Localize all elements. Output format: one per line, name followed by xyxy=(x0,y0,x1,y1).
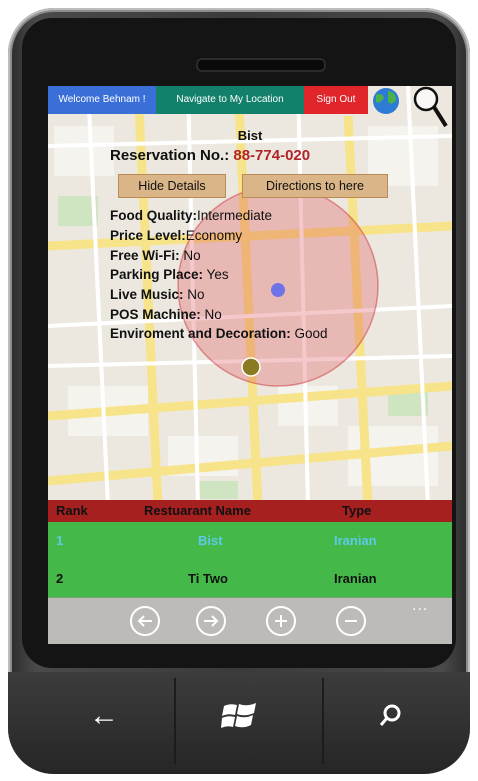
sign-out-button[interactable]: Sign Out xyxy=(304,86,368,114)
reservation-label: Reservation No.: xyxy=(110,147,230,164)
info-value: Intermediate xyxy=(197,208,273,223)
info-live-music: Live Music: No xyxy=(110,287,205,302)
info-pos-machine: POS Machine: No xyxy=(110,307,222,322)
hw-divider xyxy=(174,678,176,764)
directions-button[interactable]: Directions to here xyxy=(242,174,388,198)
row-type: Iranian xyxy=(334,571,377,586)
navigate-to-my-location-button[interactable]: Navigate to My Location xyxy=(156,86,304,114)
magnifier-icon[interactable] xyxy=(406,86,452,130)
earpiece-speaker xyxy=(196,58,326,72)
hardware-start-button[interactable] xyxy=(208,688,272,744)
header-type: Type xyxy=(342,503,372,518)
reservation-line: Reservation No.: 88-774-020 xyxy=(110,147,310,164)
globe-icon[interactable] xyxy=(370,86,406,116)
app-bar: ... xyxy=(48,597,452,644)
row-name: Bist xyxy=(198,533,223,548)
info-free-wifi: Free Wi-Fi: No xyxy=(110,248,201,263)
hide-details-button[interactable]: Hide Details xyxy=(118,174,226,198)
info-price-level: Price Level:Economy xyxy=(110,228,242,243)
info-label: Price Level: xyxy=(110,228,186,243)
header-rank: Rank xyxy=(56,503,88,518)
windows-logo-icon xyxy=(221,703,256,728)
zoom-in-button[interactable] xyxy=(266,606,296,636)
restaurant-table-header: Rank Restuarant Name Type xyxy=(48,500,452,522)
forward-arrow-icon xyxy=(204,615,219,627)
row-name: Ti Two xyxy=(188,571,228,586)
row-rank: 1 xyxy=(56,533,64,548)
info-label: Parking Place: xyxy=(110,267,204,282)
info-label: Enviroment and Decoration: xyxy=(110,326,291,341)
info-label: Food Quality: xyxy=(110,208,197,223)
info-label: Live Music: xyxy=(110,287,184,302)
info-value: No xyxy=(200,307,222,322)
info-value: No xyxy=(183,287,205,302)
info-label: Free Wi-Fi: xyxy=(110,248,180,263)
table-row[interactable]: 1 Bist Iranian xyxy=(48,522,452,560)
hardware-back-button[interactable]: ← xyxy=(72,688,136,744)
restaurant-name: Bist xyxy=(237,128,263,143)
hw-divider xyxy=(322,678,324,764)
more-options-button[interactable]: ... xyxy=(412,597,428,615)
info-value: Good xyxy=(290,326,328,341)
info-food-quality: Food Quality:Intermediate xyxy=(110,208,272,223)
info-parking-place: Parking Place: Yes xyxy=(110,267,229,282)
info-label: POS Machine: xyxy=(110,307,201,322)
zoom-out-icon xyxy=(345,620,357,622)
back-arrow-button[interactable] xyxy=(130,606,160,636)
welcome-button[interactable]: Welcome Behnam ! xyxy=(48,86,156,114)
header-name: Restuarant Name xyxy=(144,503,251,518)
back-arrow-icon: ← xyxy=(89,699,119,732)
info-value: Yes xyxy=(203,267,229,282)
info-value: No xyxy=(179,248,201,263)
zoom-in-icon xyxy=(275,615,287,627)
forward-arrow-button[interactable] xyxy=(196,606,226,636)
info-environment-decoration: Enviroment and Decoration: Good xyxy=(110,326,328,341)
app-screen: Welcome Behnam ! Navigate to My Location… xyxy=(48,86,452,644)
info-value: Economy xyxy=(185,228,243,243)
row-type: Iranian xyxy=(334,533,377,548)
table-row[interactable]: 2 Ti Two Iranian xyxy=(48,560,452,598)
hardware-search-button[interactable] xyxy=(358,688,422,744)
back-arrow-icon xyxy=(137,615,152,627)
reservation-number: 88-774-020 xyxy=(233,147,311,164)
zoom-out-button[interactable] xyxy=(336,606,366,636)
row-rank: 2 xyxy=(56,571,64,586)
top-bar: Welcome Behnam ! Navigate to My Location… xyxy=(48,86,452,128)
search-icon xyxy=(379,704,401,726)
